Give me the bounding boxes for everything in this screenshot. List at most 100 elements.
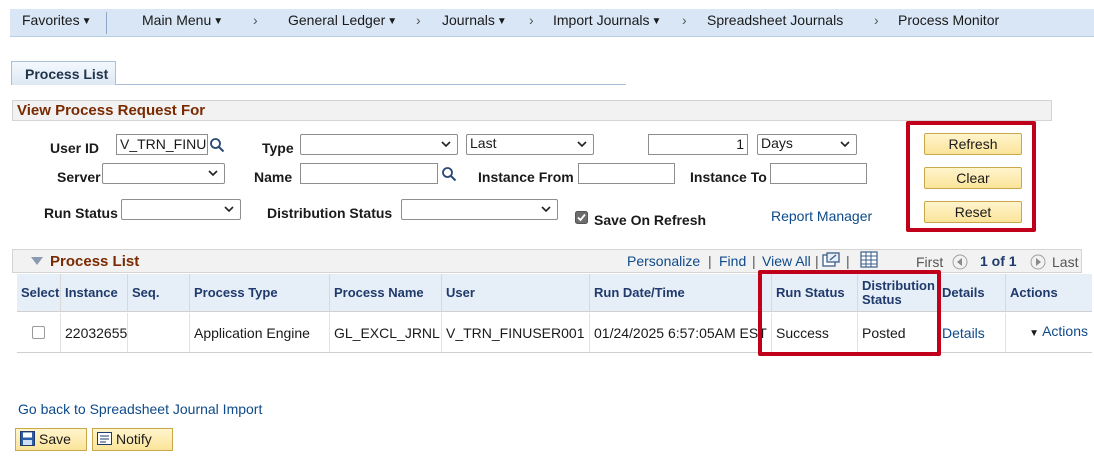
column-header-run-datetime[interactable]: Run Date/Time	[590, 274, 772, 312]
pipe-separator: |	[846, 253, 850, 269]
server-select[interactable]	[102, 163, 225, 184]
actions-menu[interactable]: ▼ Actions	[1029, 324, 1088, 341]
column-header-user[interactable]: User	[442, 274, 590, 312]
instance-from-label: Instance From	[478, 169, 574, 185]
column-header-select: Select	[17, 274, 61, 312]
caret-down-icon: ▼	[213, 16, 224, 27]
nav-divider	[106, 12, 107, 34]
table-row-actions-cell: ▼ Actions	[1006, 313, 1092, 353]
table-row-select-cell	[17, 313, 61, 353]
last-select-value: Last	[470, 135, 497, 151]
interval-unit-select[interactable]: Days	[757, 134, 857, 155]
notify-icon	[97, 432, 112, 445]
caret-down-icon: ▼	[1029, 328, 1040, 339]
last-label[interactable]: Last	[1052, 254, 1078, 270]
save-disk-icon	[20, 431, 35, 446]
instance-from-input[interactable]	[578, 163, 675, 184]
view-process-request-header: View Process Request For	[12, 100, 1052, 121]
caret-down-icon: ▼	[496, 16, 507, 27]
table-row-seq	[128, 313, 190, 353]
find-link[interactable]: Find	[719, 253, 746, 269]
table-row-process-name: GL_EXCL_JRNL	[330, 313, 442, 353]
main-menu[interactable]: Main Menu ▼	[142, 12, 223, 28]
actions-label: Actions	[1042, 323, 1088, 339]
personalize-link[interactable]: Personalize	[627, 253, 700, 269]
type-label: Type	[262, 140, 294, 156]
breadcrumb-separator: ›	[253, 12, 258, 28]
save-on-refresh-label: Save On Refresh	[594, 212, 707, 228]
next-page-icon[interactable]	[1030, 254, 1046, 270]
buttons-highlight-box	[906, 121, 1036, 232]
chevron-down-icon	[577, 141, 587, 148]
breadcrumb-label: Import Journals	[553, 12, 650, 28]
column-header-actions: Actions	[1006, 274, 1092, 312]
column-header-instance[interactable]: Instance	[61, 274, 128, 312]
breadcrumb-journals[interactable]: Journals ▼	[442, 12, 507, 28]
run-status-label: Run Status	[44, 205, 118, 221]
run-status-select[interactable]	[121, 199, 241, 220]
breadcrumb-spreadsheet-journals[interactable]: Spreadsheet Journals	[707, 12, 843, 28]
process-list-title: Process List	[50, 253, 140, 270]
table-row-process-type: Application Engine	[190, 313, 330, 353]
table-row-user: V_TRN_FINUSER001	[442, 313, 590, 353]
favorites-label: Favorites	[22, 12, 80, 28]
chevron-down-icon	[224, 206, 234, 213]
back-to-import-link[interactable]: Go back to Spreadsheet Journal Import	[18, 401, 262, 417]
previous-page-icon[interactable]	[952, 254, 968, 270]
table-row-details-cell: Details	[938, 313, 1006, 353]
download-spreadsheet-icon[interactable]	[860, 251, 878, 268]
instance-to-input[interactable]	[770, 163, 867, 184]
breadcrumb-separator: ›	[874, 12, 879, 28]
new-window-icon[interactable]	[822, 252, 840, 268]
interval-count-input[interactable]: 1	[648, 134, 748, 155]
process-name-input[interactable]	[300, 163, 438, 184]
favorites-menu[interactable]: Favorites ▼	[22, 12, 91, 28]
save-on-refresh-checkbox[interactable]	[575, 211, 588, 224]
breadcrumb-separator: ›	[682, 12, 687, 28]
caret-down-icon: ▼	[81, 16, 92, 27]
main-menu-label: Main Menu	[142, 12, 212, 28]
breadcrumb-label: Journals	[442, 12, 495, 28]
notify-button-label: Notify	[116, 431, 152, 447]
breadcrumb-label: General Ledger	[288, 12, 386, 28]
table-row-instance: 22032655	[61, 313, 128, 353]
report-manager-link[interactable]: Report Manager	[771, 208, 872, 224]
caret-down-icon: ▼	[651, 16, 662, 27]
column-header-process-name[interactable]: Process Name	[330, 274, 442, 312]
notify-button[interactable]: Notify	[92, 428, 173, 451]
details-link[interactable]: Details	[942, 326, 985, 340]
view-all-link[interactable]: View All	[762, 253, 811, 269]
save-button[interactable]: Save	[15, 428, 87, 451]
row-select-checkbox[interactable]	[32, 326, 45, 339]
chevron-down-icon	[441, 141, 451, 148]
name-lookup-icon[interactable]	[441, 166, 457, 182]
pipe-separator: |	[708, 253, 712, 269]
first-label[interactable]: First	[916, 254, 943, 270]
column-header-process-type[interactable]: Process Type	[190, 274, 330, 312]
pipe-separator: |	[815, 253, 819, 269]
page-range: 1 of 1	[980, 253, 1017, 269]
type-select[interactable]	[300, 134, 458, 155]
chevron-down-icon	[840, 141, 850, 148]
top-navigation-bar: Favorites ▼ Main Menu ▼ › General Ledger ▼ …	[10, 9, 1094, 37]
name-label: Name	[254, 169, 293, 185]
breadcrumb-process-monitor[interactable]: Process Monitor	[898, 12, 999, 28]
distribution-status-label: Distribution Status	[267, 205, 393, 221]
chevron-down-icon	[541, 206, 551, 213]
save-button-label: Save	[39, 431, 71, 447]
breadcrumb-import-journals[interactable]: Import Journals ▼	[553, 12, 661, 28]
user-id-input[interactable]: V_TRN_FINUSI	[116, 134, 208, 155]
breadcrumb-general-ledger[interactable]: General Ledger ▼	[288, 12, 397, 28]
chevron-down-icon	[208, 170, 218, 177]
collapse-triangle-icon[interactable]	[30, 256, 44, 266]
tab-baseline	[116, 84, 626, 85]
last-select[interactable]: Last	[466, 134, 594, 155]
interval-unit-value: Days	[761, 135, 793, 151]
pipe-separator: |	[752, 253, 756, 269]
column-header-details: Details	[938, 274, 1006, 312]
tab-process-list[interactable]: Process List	[11, 61, 116, 85]
column-header-seq[interactable]: Seq.	[128, 274, 190, 312]
user-id-lookup-icon[interactable]	[209, 137, 225, 153]
breadcrumb-separator: ›	[529, 12, 534, 28]
distribution-status-select[interactable]	[401, 199, 558, 220]
